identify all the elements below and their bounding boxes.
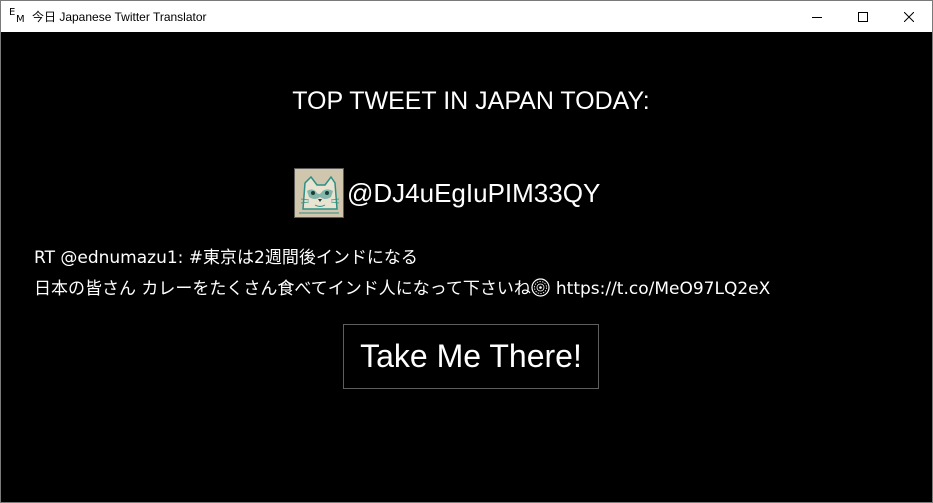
cd-disc-icon bbox=[531, 277, 550, 308]
app-icon-letter-e: E bbox=[9, 6, 16, 18]
main-content: TOP TWEET IN JAPAN TODAY: @DJ4uEgIuPIM33… bbox=[1, 32, 932, 502]
take-me-there-button[interactable]: Take Me There! bbox=[343, 324, 599, 389]
tweet-link[interactable]: https://t.co/MeO97LQ2eX bbox=[556, 279, 770, 299]
tweet-line-2-text: 日本の皆さん カレーをたくさん食べてインド人になって下さいね bbox=[34, 279, 531, 299]
maximize-icon bbox=[858, 11, 868, 22]
tweet-text: RT @ednumazu1: #東京は2週間後インドになる 日本の皆さん カレー… bbox=[34, 243, 770, 308]
tweet-line-1: RT @ednumazu1: #東京は2週間後インドになる bbox=[34, 248, 418, 268]
title-bar[interactable]: E M 今日 Japanese Twitter Translator bbox=[1, 1, 932, 32]
raccoon-avatar-icon bbox=[294, 168, 344, 218]
minimize-icon bbox=[812, 16, 822, 18]
page-title: TOP TWEET IN JAPAN TODAY: bbox=[292, 87, 650, 115]
tweet-author: @DJ4uEgIuPIM33QY bbox=[294, 168, 600, 218]
window-title: 今日 Japanese Twitter Translator bbox=[32, 10, 207, 24]
close-icon bbox=[904, 11, 914, 22]
app-window: E M 今日 Japanese Twitter Translator TOP T… bbox=[0, 0, 933, 503]
close-button[interactable] bbox=[886, 1, 932, 32]
user-handle: @DJ4uEgIuPIM33QY bbox=[347, 177, 601, 208]
app-icon: E M bbox=[9, 6, 27, 25]
tweet-line-2: 日本の皆さん カレーをたくさん食べてインド人になって下さいね https://t.… bbox=[34, 274, 770, 308]
app-icon-letter-m: M bbox=[16, 13, 25, 25]
maximize-button[interactable] bbox=[840, 1, 886, 32]
minimize-button[interactable] bbox=[794, 1, 840, 32]
caption-buttons bbox=[794, 1, 932, 32]
